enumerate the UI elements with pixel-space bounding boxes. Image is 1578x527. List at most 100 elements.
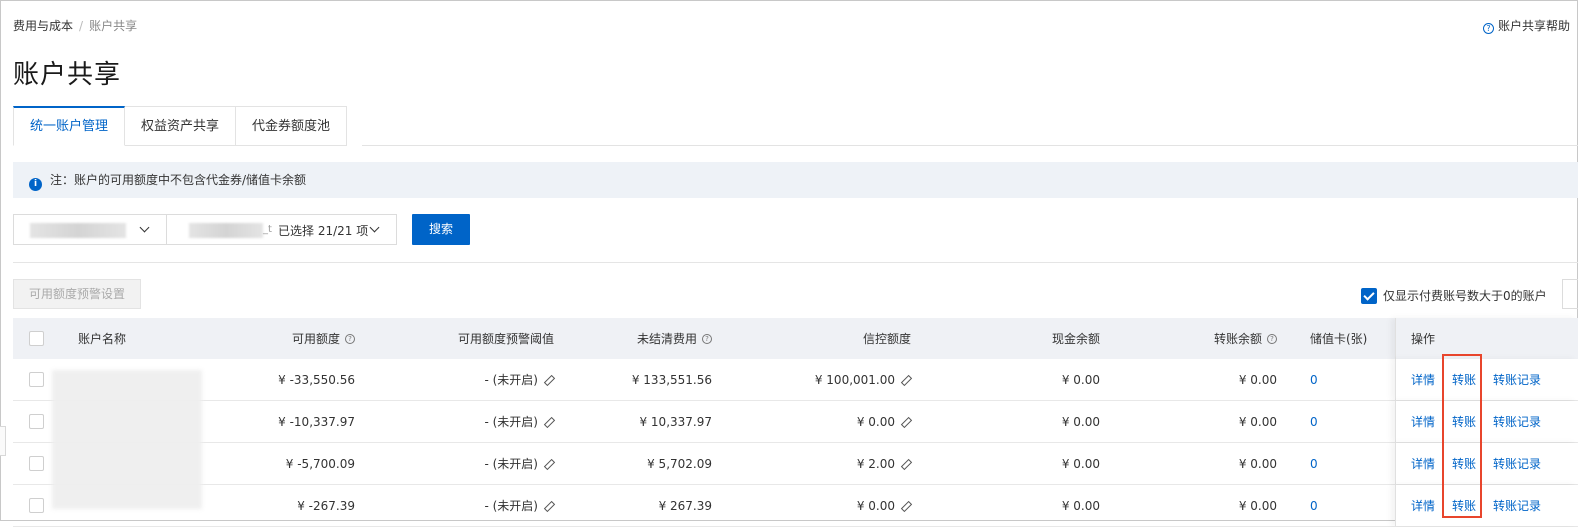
row-actions: 详情 转账 转账记录 — [1395, 401, 1578, 442]
cell-threshold-value: - (未开启) — [484, 457, 538, 471]
cell-threshold: - (未开启) — [393, 359, 554, 400]
cell-unsettled: ¥ 10,337.97 — [639, 414, 712, 429]
col-available-label: 可用额度 — [291, 332, 340, 346]
detail-link[interactable]: 详情 — [1411, 359, 1435, 400]
detail-link[interactable]: 详情 — [1411, 485, 1435, 526]
cell-stored-card[interactable]: 0 — [1310, 359, 1318, 400]
edit-icon[interactable] — [902, 417, 911, 426]
cell-transfer-balance: ¥ 0.00 — [1238, 414, 1277, 429]
redacted-value — [30, 223, 126, 238]
help-link[interactable]: ? 账户共享帮助 — [1483, 17, 1570, 34]
cell-threshold: - (未开启) — [393, 401, 554, 442]
cell-stored-card[interactable]: 0 — [1310, 401, 1318, 442]
row-actions: 详情 转账 转账记录 — [1395, 443, 1578, 484]
edit-icon[interactable] — [545, 459, 554, 468]
edit-icon[interactable] — [902, 375, 911, 384]
edit-icon[interactable] — [902, 459, 911, 468]
breadcrumb: 费用与成本 / 账户共享 — [13, 17, 137, 34]
col-stored-card: 储值卡(张) — [1310, 332, 1368, 346]
cell-credit-value: ¥ 2.00 — [856, 456, 895, 471]
cell-credit: ¥ 100,001.00 — [773, 359, 911, 400]
row-select[interactable] — [29, 443, 44, 484]
col-ops-label: 操作 — [1411, 332, 1436, 346]
transfer-record-link[interactable]: 转账记录 — [1493, 359, 1541, 400]
col-available: 可用额度? — [213, 318, 355, 359]
tab-underline — [362, 145, 1578, 146]
table-header: 账户名称 可用额度? 可用额度预警阈值 未结清费用? 信控额度 现金余额 转账余… — [13, 318, 1578, 359]
cell-credit-value: ¥ 0.00 — [856, 498, 895, 513]
col-threshold: 可用额度预警阈值 — [457, 332, 554, 346]
cell-threshold: - (未开启) — [393, 443, 554, 484]
col-credit: 信控额度 — [862, 332, 911, 346]
transfer-record-link[interactable]: 转账记录 — [1493, 485, 1541, 526]
question-circle-icon: ? — [1483, 23, 1494, 34]
chevron-down-icon — [139, 222, 150, 233]
tab-voucher-pool[interactable]: 代金券额度池 — [236, 106, 348, 146]
tab-unified-account[interactable]: 统一账户管理 — [13, 106, 126, 146]
breadcrumb-parent[interactable]: 费用与成本 — [13, 19, 73, 33]
row-select[interactable] — [29, 485, 44, 526]
checkbox[interactable] — [29, 372, 44, 387]
checkbox-checked-icon[interactable] — [1361, 288, 1377, 304]
col-account-name: 账户名称 — [78, 332, 127, 346]
detail-link[interactable]: 详情 — [1411, 443, 1435, 484]
cell-threshold-value: - (未开启) — [484, 415, 538, 429]
search-button[interactable]: 搜索 — [412, 214, 470, 245]
cell-transfer-balance: ¥ 0.00 — [1238, 372, 1277, 387]
header-select-all[interactable] — [29, 318, 44, 359]
cell-threshold-value: - (未开启) — [484, 499, 538, 513]
question-icon[interactable]: ? — [1267, 333, 1277, 344]
edit-icon[interactable] — [545, 375, 554, 384]
cell-transfer-balance: ¥ 0.00 — [1238, 498, 1277, 513]
cell-available: ¥ -10,337.97 — [278, 414, 355, 429]
cell-cash: ¥ 0.00 — [1061, 372, 1100, 387]
alert-settings-button[interactable]: 可用额度预警设置 — [13, 279, 141, 309]
cell-unsettled: ¥ 5,702.09 — [647, 456, 712, 471]
row-actions: 详情 转账 转账记录 — [1395, 485, 1578, 526]
checkbox[interactable] — [29, 414, 44, 429]
question-icon[interactable]: ? — [702, 333, 712, 344]
table-row: ¥ -10,337.97 - (未开启) ¥ 10,337.97 ¥ 0.00 … — [13, 401, 1578, 443]
checkbox[interactable] — [29, 498, 44, 513]
only-show-paying-label: 仅显示付费账号数大于0的账户 — [1383, 289, 1547, 303]
cell-available: ¥ -267.39 — [297, 498, 355, 513]
only-show-paying-filter[interactable]: 仅显示付费账号数大于0的账户 — [1361, 287, 1547, 304]
row-select[interactable] — [29, 401, 44, 442]
edit-icon[interactable] — [545, 501, 554, 510]
account-multi-select[interactable]: _t 已选择 21/21 项 — [166, 214, 397, 245]
row-select[interactable] — [29, 359, 44, 400]
tab-equity-assets[interactable]: 权益资产共享 — [125, 106, 237, 146]
clipped-control[interactable] — [1562, 279, 1578, 309]
help-link-label: 账户共享帮助 — [1498, 19, 1571, 33]
col-cash: 现金余额 — [1051, 332, 1100, 346]
account-type-select[interactable] — [13, 214, 167, 245]
info-icon: i — [29, 178, 42, 191]
table-row: ¥ -5,700.09 - (未开启) ¥ 5,702.09 ¥ 2.00 ¥ … — [13, 443, 1578, 485]
cell-unsettled: ¥ 133,551.56 — [631, 372, 712, 387]
cell-credit: ¥ 2.00 — [773, 443, 911, 484]
truncated-suffix: _t — [263, 224, 272, 235]
detail-link[interactable]: 详情 — [1411, 401, 1435, 442]
col-ops: 操作 — [1395, 318, 1578, 359]
col-transfer-balance: 转账余额? — [1143, 318, 1277, 359]
cell-transfer-balance: ¥ 0.00 — [1238, 456, 1277, 471]
cell-threshold: - (未开启) — [393, 485, 554, 526]
transfer-record-link[interactable]: 转账记录 — [1493, 443, 1541, 484]
cell-available: ¥ -5,700.09 — [285, 456, 355, 471]
question-icon[interactable]: ? — [345, 333, 355, 344]
cell-stored-card[interactable]: 0 — [1310, 485, 1318, 526]
cell-stored-card[interactable]: 0 — [1310, 443, 1318, 484]
tab-bar: 统一账户管理 权益资产共享 代金券额度池 — [13, 106, 348, 146]
transfer-record-link[interactable]: 转账记录 — [1493, 401, 1541, 442]
cell-credit: ¥ 0.00 — [773, 401, 911, 442]
cell-cash: ¥ 0.00 — [1061, 498, 1100, 513]
edit-icon[interactable] — [545, 417, 554, 426]
redacted-account-names — [52, 370, 202, 509]
transfer-column-highlight — [1442, 354, 1482, 518]
cell-unsettled: ¥ 267.39 — [658, 498, 712, 513]
edit-icon[interactable] — [902, 501, 911, 510]
checkbox[interactable] — [29, 331, 44, 346]
side-collapse-handle[interactable] — [0, 426, 6, 456]
checkbox[interactable] — [29, 456, 44, 471]
breadcrumb-separator: / — [79, 19, 84, 33]
